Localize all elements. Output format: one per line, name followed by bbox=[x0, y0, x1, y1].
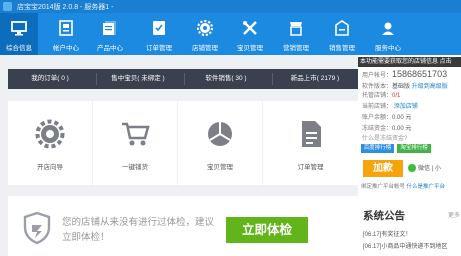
taobao-rank-button[interactable]: 淘宝排行榜 bbox=[397, 144, 431, 153]
top-up-button[interactable]: 加款 bbox=[363, 160, 403, 177]
toolbar-item-label: 综合信息 bbox=[6, 45, 32, 52]
marketing-icon bbox=[290, 22, 302, 36]
account-row-balance: 账户余额：0.00 元 bbox=[362, 115, 412, 121]
app-logo-icon bbox=[3, 2, 12, 11]
toolbar-item-goods[interactable]: 宝贝管理 bbox=[231, 13, 269, 55]
monitor-icon bbox=[11, 21, 27, 36]
store-info-notice: 本功能需要获取您的店铺信息 点击 bbox=[358, 57, 461, 67]
shield-icon bbox=[23, 211, 51, 245]
toolbar-item-label: 营销管理 bbox=[283, 45, 309, 52]
card-label: 宝贝管理 bbox=[207, 164, 233, 171]
wechat-icon bbox=[408, 164, 416, 173]
toolbar-item-orders[interactable]: 订单管理 bbox=[140, 13, 178, 55]
toolbar-item-sales[interactable]: 销售管理 bbox=[323, 13, 361, 55]
stat-software-sales[interactable]: 软件销售( 30 ) bbox=[184, 69, 268, 89]
account-row-user: 用户帐号：15868651703 bbox=[362, 69, 448, 79]
gear-icon bbox=[35, 119, 65, 149]
window-title: 店宝宝2014版 2.0.8 - 服务器1 - bbox=[17, 4, 114, 11]
health-check-button[interactable]: 立即体检 bbox=[226, 217, 308, 243]
card-label: 订单管理 bbox=[297, 164, 324, 171]
toolbar-item-label: 服务中心 bbox=[375, 45, 401, 52]
account-icon bbox=[59, 20, 73, 36]
card-store-wizard[interactable]: 开店向导 bbox=[8, 101, 92, 185]
service-icon bbox=[382, 22, 394, 35]
toolbar-item-account[interactable]: 帐户中心 bbox=[47, 13, 85, 55]
announcement-item[interactable]: [06.17]小商品中通快递不到地区 bbox=[363, 241, 447, 250]
pie-icon bbox=[208, 122, 232, 146]
frozen-funds-help-link[interactable]: 什么是冻结资金? bbox=[362, 133, 407, 142]
health-check-message: 您的店铺从来没有进行过体检，建议立即体检！ bbox=[62, 217, 215, 243]
order-icon bbox=[153, 21, 165, 35]
product-icon bbox=[103, 21, 116, 35]
card-label: 开店向导 bbox=[37, 164, 63, 171]
announcement-more-link[interactable]: 更多 bbox=[448, 210, 460, 219]
account-row-current-store: 当前店铺： 添加店铺 bbox=[362, 104, 418, 110]
add-store-link[interactable]: 添加店铺 bbox=[394, 104, 418, 110]
stats-bar: 我的订单( 0 ) 售中宝贝( 未绑定 ) 软件销售( 30 ) 新品上市( 2… bbox=[8, 69, 358, 89]
toolbar-item-label: 宝贝管理 bbox=[237, 45, 263, 52]
main-toolbar: 综合信息 帐户中心 产品中心 订单管理 店铺管理 宝贝管理 营销管理 销售管理 … bbox=[0, 13, 461, 55]
announcement-item[interactable]: [06.17]有奖征文！ bbox=[363, 229, 411, 238]
wechat-link[interactable]: 微信 | 小 bbox=[408, 163, 441, 173]
announcement-panel: 系统公告 更多 [06.17]有奖征文！ [06.17]小商品中通快递不到地区 bbox=[358, 201, 461, 256]
upgrade-link[interactable]: 升级到高级版 bbox=[412, 84, 448, 90]
announcement-title: 系统公告 bbox=[363, 210, 405, 222]
bind-promo-account: 绑定推广平台帐号 什么是推广平台 bbox=[361, 184, 446, 190]
toolbar-item-label: 帐户中心 bbox=[53, 45, 79, 52]
toolbar-item-marketing[interactable]: 营销管理 bbox=[277, 13, 315, 55]
toolbar-item-label: 销售管理 bbox=[329, 45, 355, 52]
toolbar-item-store[interactable]: 店铺管理 bbox=[186, 13, 224, 55]
stat-new-products[interactable]: 新品上市( 2179 ) bbox=[272, 69, 358, 89]
toolbar-item-label: 店铺管理 bbox=[192, 45, 218, 52]
toolbar-item-service[interactable]: 服务中心 bbox=[369, 13, 407, 55]
toolbar-item-overview[interactable]: 综合信息 bbox=[0, 13, 38, 55]
baidu-rank-button[interactable]: 百度排行榜 bbox=[361, 144, 394, 153]
sales-icon bbox=[335, 20, 349, 36]
card-one-click-listing[interactable]: 一键铺货 bbox=[93, 101, 177, 185]
card-label: 一键铺货 bbox=[122, 164, 148, 171]
document-icon bbox=[301, 121, 321, 147]
toolbar-item-label: 产品中心 bbox=[97, 45, 123, 52]
account-row-hosted-stores: 托管店铺：0/1 bbox=[362, 93, 401, 99]
stat-my-orders[interactable]: 我的订单( 0 ) bbox=[8, 69, 92, 89]
health-check-panel: 您的店铺从来没有进行过体检，建议立即体检！ 立即体检 bbox=[8, 196, 358, 256]
account-row-version: 软件版本：基础版 升级到高级版 bbox=[362, 84, 448, 90]
promo-platform-link[interactable]: 什么是推广平台 bbox=[407, 184, 446, 190]
card-order-management[interactable]: 订单管理 bbox=[263, 101, 358, 185]
toolbar-item-product[interactable]: 产品中心 bbox=[91, 13, 129, 55]
cart-icon bbox=[122, 122, 150, 146]
title-bar: 店宝宝2014版 2.0.8 - 服务器1 - bbox=[0, 0, 461, 13]
account-row-frozen: 冻结资金：0.00 元 bbox=[362, 126, 412, 132]
toolbar-item-label: 订单管理 bbox=[146, 45, 172, 52]
stat-items-in-sale[interactable]: 售中宝贝( 未绑定 ) bbox=[96, 69, 180, 89]
tools-icon bbox=[243, 21, 257, 35]
card-goods-management[interactable]: 宝贝管理 bbox=[178, 101, 262, 185]
gear-icon bbox=[197, 20, 213, 36]
